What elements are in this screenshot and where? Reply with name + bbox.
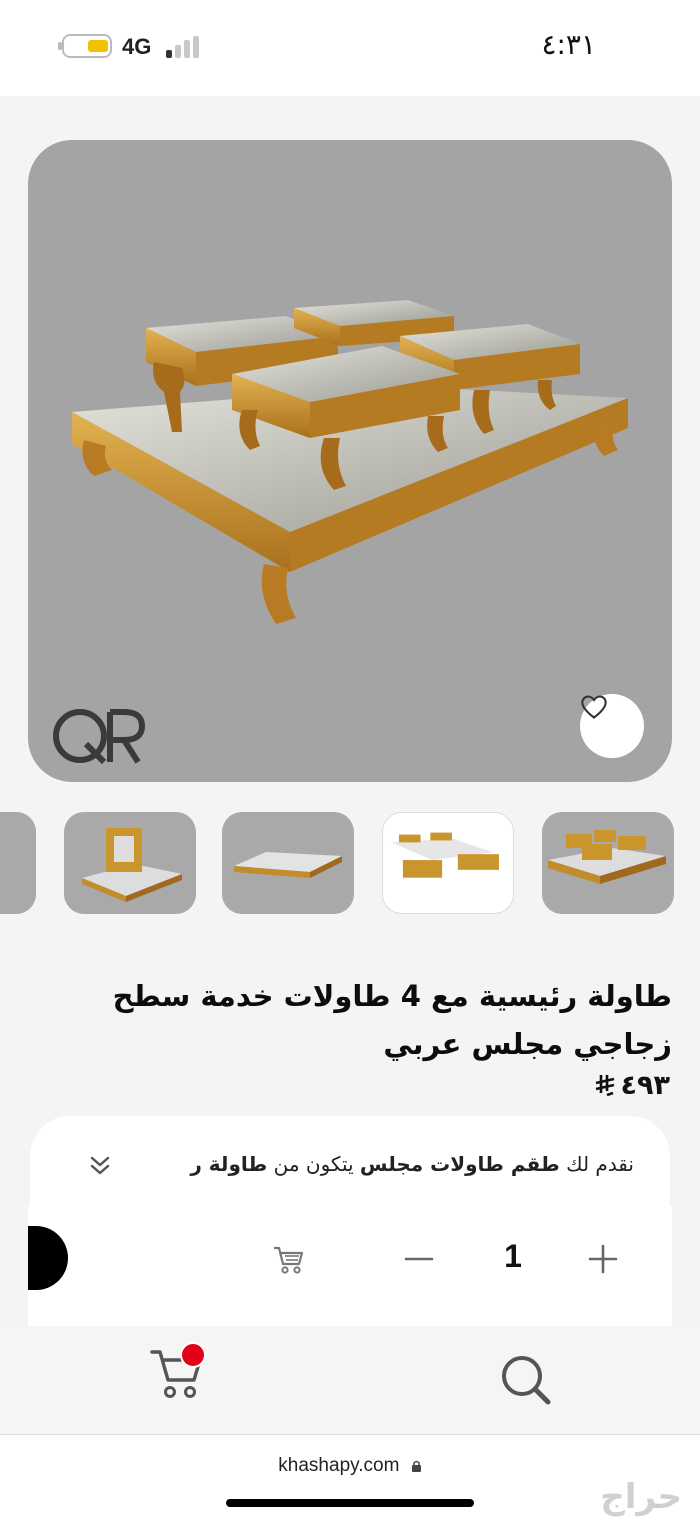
description-text: نقدم لك طقم طاولات مجلس يتكون من طاولة ر [134,1152,634,1176]
thumbnail-1[interactable] [542,812,674,914]
product-price: ٤٩٣ [593,1070,670,1101]
battery-icon [58,34,112,58]
bottom-navigation [0,1326,700,1434]
description-bold-2: طاولة ر [190,1152,268,1176]
product-main-image[interactable] [28,140,672,782]
site-watermark: حراج [600,1477,682,1517]
thumbnail-5[interactable] [0,812,36,914]
cart-count-badge [180,1342,206,1368]
description-middle: يتكون من [267,1152,360,1176]
riyal-currency-icon [595,1074,614,1096]
thumbnail-2[interactable] [382,812,514,914]
status-time: ٤:٣١ [541,28,596,61]
quantity-plus-button[interactable] [586,1242,620,1276]
browser-url-bar[interactable]: khashapy.com حراج [0,1434,700,1518]
quantity-minus-button[interactable] [402,1242,436,1276]
network-type: 4G [122,34,152,59]
add-to-cart-bar: 1 [28,1206,672,1326]
double-chevron-down-icon[interactable] [86,1152,114,1180]
product-title: طاولة رئيسية مع 4 طاولات خدمة سطح زجاجي … [112,979,672,1061]
price-value: ٤٩٣ [620,1070,670,1101]
add-to-cart-button[interactable] [272,1242,306,1276]
product-photo [53,300,628,765]
signal-icon [166,36,206,58]
floating-action-tab[interactable] [28,1226,68,1290]
description-prefix: نقدم لك [559,1152,634,1176]
thumbnail-strip[interactable] [0,812,700,916]
home-indicator[interactable] [226,1499,474,1507]
nav-search-button[interactable] [498,1352,554,1408]
thumbnail-4[interactable] [64,812,196,914]
description-bold-1: طقم طاولات مجلس [359,1152,560,1176]
wishlist-button[interactable] [580,694,644,758]
thumbnail-3[interactable] [222,812,354,914]
lock-icon [411,1460,421,1472]
url-text: khashapy.com [278,1455,400,1476]
quantity-value: 1 [504,1238,522,1274]
brand-logo [53,709,146,765]
url-display[interactable]: khashapy.com [0,1455,700,1477]
status-bar: 4G ٤:٣١ [0,0,700,96]
heart-icon [581,695,607,719]
